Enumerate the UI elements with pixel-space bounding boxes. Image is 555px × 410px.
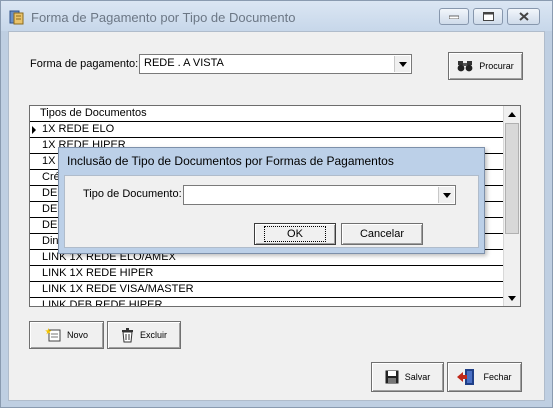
maximize-button[interactable] — [473, 8, 503, 25]
grid-column-header: Tipos de Documentos — [40, 107, 147, 119]
window-title: Forma de Pagamento por Tipo de Documento — [31, 10, 296, 25]
ok-button-label: OK — [264, 226, 326, 242]
grid-header: Tipos de Documentos — [30, 106, 503, 122]
table-row[interactable]: LINK 1X REDE HIPER — [30, 266, 503, 282]
dialog-title: Inclusão de Tipo de Documentos por Forma… — [67, 154, 394, 168]
payment-form-label: Forma de pagamento: — [30, 58, 139, 70]
cell: LINK DEB REDE HIPER — [42, 299, 163, 307]
delete-button[interactable]: Excluir — [107, 321, 181, 349]
search-button-label: Procurar — [479, 61, 514, 71]
minimize-icon — [449, 15, 459, 19]
scroll-down-button[interactable] — [504, 290, 520, 306]
new-document-icon — [45, 328, 61, 342]
chevron-down-icon[interactable] — [438, 187, 454, 203]
cell: 1X REDE ELO — [42, 123, 115, 135]
row-pointer-icon — [32, 126, 36, 134]
close-button-label: Fechar — [483, 372, 512, 382]
add-document-type-dialog: Inclusão de Tipo de Documentos por Forma… — [58, 147, 485, 254]
ok-button[interactable]: OK — [254, 223, 336, 245]
table-row[interactable]: LINK 1X REDE VISA/MASTER — [30, 282, 503, 298]
document-type-select[interactable] — [183, 185, 456, 205]
close-button[interactable]: Fechar — [447, 362, 522, 392]
document-type-label: Tipo de Documento: — [83, 188, 182, 200]
cell: LINK 1X REDE VISA/MASTER — [42, 283, 194, 295]
delete-button-label: Excluir — [139, 330, 167, 340]
scroll-up-button[interactable] — [504, 106, 520, 122]
floppy-disk-icon — [385, 370, 399, 384]
chevron-down-icon[interactable] — [394, 56, 410, 72]
maximize-icon — [482, 12, 494, 21]
cancel-button-label: Cancelar — [359, 228, 405, 240]
table-row[interactable]: 1X REDE ELO — [30, 122, 503, 138]
minimize-button[interactable] — [439, 8, 469, 25]
cell: LINK 1X REDE HIPER — [42, 267, 154, 279]
title-bar[interactable]: Forma de Pagamento por Tipo de Documento — [1, 1, 552, 31]
app-document-icon — [9, 10, 24, 25]
grid-scrollbar[interactable] — [503, 106, 520, 306]
scroll-thumb[interactable] — [505, 123, 519, 234]
save-button-label: Salvar — [404, 372, 431, 382]
dialog-body: Tipo de Documento: OK Cancelar — [64, 175, 479, 248]
chevron-up-icon — [508, 111, 516, 117]
close-window-button[interactable] — [507, 8, 540, 25]
cancel-button[interactable]: Cancelar — [341, 223, 423, 245]
new-button[interactable]: Novo — [29, 321, 104, 349]
save-button[interactable]: Salvar — [371, 362, 444, 392]
close-icon — [518, 12, 529, 21]
binoculars-icon — [457, 61, 473, 72]
exit-door-icon — [457, 369, 475, 385]
chevron-down-icon — [508, 295, 516, 301]
trash-icon — [121, 327, 133, 342]
search-button[interactable]: Procurar — [448, 52, 523, 80]
payment-form-value: REDE . A VISTA — [144, 57, 224, 69]
table-row[interactable]: LINK DEB REDE HIPER — [30, 298, 503, 307]
new-button-label: Novo — [66, 330, 88, 340]
payment-form-select[interactable]: REDE . A VISTA — [139, 54, 412, 74]
